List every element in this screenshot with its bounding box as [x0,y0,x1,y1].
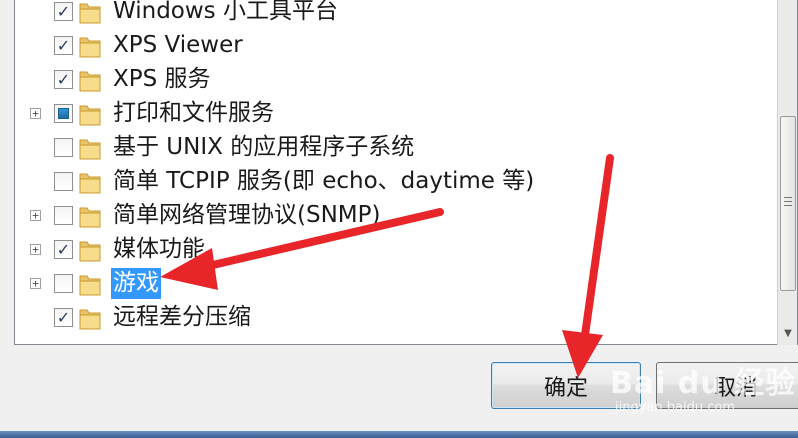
feature-checkbox[interactable]: ✓ [54,36,73,55]
baidu-watermark-url: jingyan.baidu.com [615,400,735,415]
folder-icon [78,271,102,297]
vertical-scrollbar[interactable]: ▼ [777,0,797,345]
tree-item[interactable]: 简单 TCPIP 服务(即 echo、daytime 等) [15,165,755,199]
feature-checkbox[interactable] [54,172,73,191]
folder-icon [78,135,102,161]
tree-item[interactable]: + 简单网络管理协议(SNMP) [15,199,755,233]
feature-checkbox[interactable] [54,104,73,123]
feature-checkbox[interactable]: ✓ [54,308,73,327]
scroll-thumb[interactable] [780,116,796,291]
checkmark-icon: ✓ [56,239,71,259]
expand-plus-icon[interactable]: + [30,108,41,119]
tree-item[interactable]: ✓ XPS Viewer [15,29,755,63]
checkmark-icon: ✓ [56,35,71,55]
tree-item-label[interactable]: XPS 服务 [111,64,213,95]
folder-icon [78,237,102,263]
feature-checkbox[interactable]: ✓ [54,240,73,259]
tree-item-label[interactable]: 简单 TCPIP 服务(即 echo、daytime 等) [111,166,536,197]
baidu-watermark-logo: Bai du 经验 [610,366,797,401]
taskbar-edge [0,431,798,438]
tree-item[interactable]: 基于 UNIX 的应用程序子系统 [15,131,755,165]
checkmark-icon: ✓ [56,307,71,327]
tree-item-label[interactable]: 简单网络管理协议(SNMP) [111,200,382,231]
tree-item[interactable]: + ✓ 媒体功能 [15,233,755,267]
folder-icon [78,33,102,59]
tree-item-label[interactable]: 基于 UNIX 的应用程序子系统 [111,132,416,163]
tree-item-label[interactable]: 远程差分压缩 [111,302,253,333]
tree-item[interactable]: ✓ 远程差分压缩 [15,301,755,335]
features-tree-panel: ✓ Windows 小工具平台 ✓ XPS Viewer ✓ XPS 服务 + 打印和文件服务… [14,0,798,345]
tree-item[interactable]: + 打印和文件服务 [15,97,755,131]
ok-button-label: 确定 [543,375,588,401]
tree-item[interactable]: + 游戏 [15,267,755,301]
folder-icon [78,67,102,93]
folder-icon [78,305,102,331]
grip-line [784,205,792,206]
folder-icon [78,169,102,195]
feature-checkbox[interactable]: ✓ [54,70,73,89]
tree-item-label[interactable]: 打印和文件服务 [111,98,276,129]
tree-item-label[interactable]: Windows 小工具平台 [111,0,340,27]
feature-checkbox[interactable] [54,274,73,293]
tree-item[interactable]: ✓ Windows 小工具平台 [15,0,755,29]
folder-icon [78,101,102,127]
grip-line [784,201,792,202]
scroll-down-arrow-icon[interactable]: ▼ [780,325,796,343]
checkmark-icon: ✓ [56,69,71,89]
expand-plus-icon[interactable]: + [30,278,41,289]
tree-item-label[interactable]: XPS Viewer [111,30,245,61]
tree-item-label[interactable]: 游戏 [111,268,161,299]
feature-checkbox[interactable] [54,138,73,157]
tree-item[interactable]: ✓ XPS 服务 [15,63,755,97]
tree-item-label[interactable]: 媒体功能 [111,234,207,265]
checkmark-icon: ✓ [56,1,71,21]
feature-checkbox[interactable]: ✓ [54,2,73,21]
expand-plus-icon[interactable]: + [30,244,41,255]
folder-icon [78,203,102,229]
expand-plus-icon[interactable]: + [30,210,41,221]
grip-line [784,197,792,198]
feature-checkbox[interactable] [54,206,73,225]
folder-icon [78,0,102,25]
